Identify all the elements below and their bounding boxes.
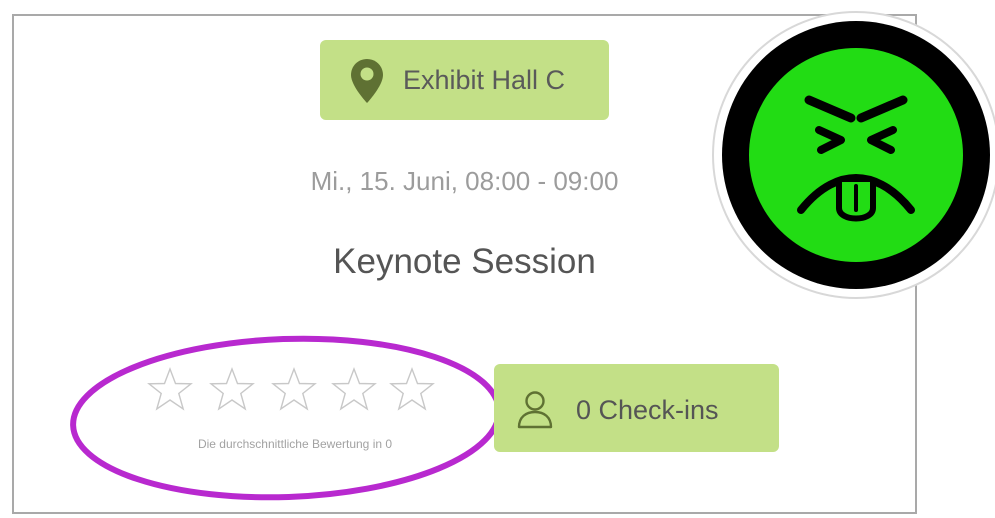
star-icon-2[interactable] — [208, 366, 256, 414]
location-button[interactable]: Exhibit Hall C — [320, 40, 609, 120]
mr-yuk-face-icon — [712, 11, 995, 299]
person-icon — [516, 389, 554, 429]
star-icon-5[interactable] — [388, 366, 436, 414]
map-pin-icon — [351, 59, 383, 103]
checkins-button[interactable]: 0 Check-ins — [494, 364, 779, 452]
rating-stars — [146, 366, 446, 416]
star-icon-3[interactable] — [270, 366, 318, 414]
checkins-label: 0 Check-ins — [576, 395, 719, 425]
star-icon-1[interactable] — [146, 366, 194, 414]
rating-caption: Die durchschnittliche Bewertung in 0 — [197, 437, 393, 451]
star-icon-4[interactable] — [330, 366, 378, 414]
location-label: Exhibit Hall C — [403, 65, 566, 95]
